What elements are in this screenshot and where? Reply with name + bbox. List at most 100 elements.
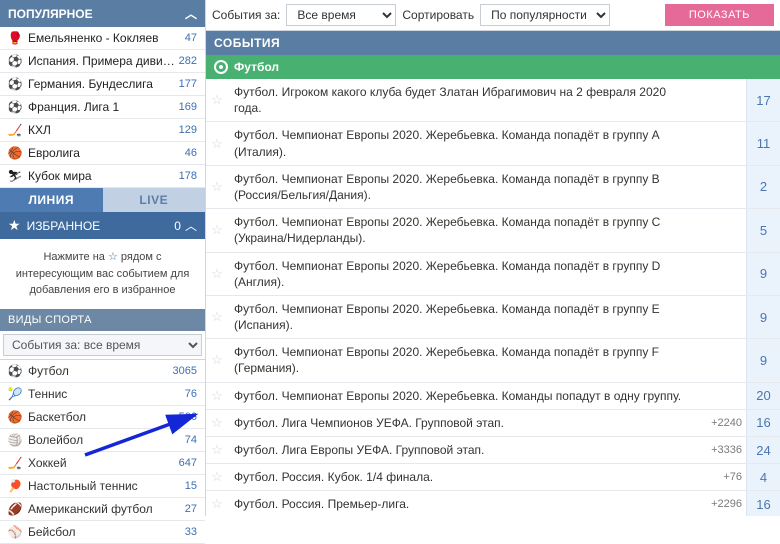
- sport-item[interactable]: 🏐Волейбол74: [0, 429, 205, 452]
- sport-icon: 🏀: [8, 146, 22, 160]
- sport-item-label: Хоккей: [28, 456, 67, 470]
- event-count[interactable]: 20: [746, 383, 780, 409]
- popular-item-count: 282: [179, 55, 197, 67]
- sport-item-count: 74: [185, 434, 197, 446]
- favorite-star-icon[interactable]: ☆: [206, 383, 228, 409]
- event-count[interactable]: 17: [746, 79, 780, 121]
- favorite-star-icon[interactable]: ☆: [206, 410, 228, 436]
- favorite-star-icon[interactable]: ☆: [206, 296, 228, 338]
- event-count[interactable]: 16: [746, 491, 780, 516]
- favorites-header-label: ИЗБРАННОЕ: [27, 219, 101, 233]
- popular-item[interactable]: ⚽Испания. Примера дивизион282: [0, 50, 205, 73]
- event-count[interactable]: 2: [746, 166, 780, 208]
- event-extra: +76: [698, 464, 746, 490]
- events-for-select[interactable]: Все время: [286, 4, 396, 26]
- popular-item[interactable]: 🥊Емельяненко - Кокляев47: [0, 27, 205, 50]
- sport-item[interactable]: ⚽Футбол3065: [0, 360, 205, 383]
- event-extra: [698, 253, 746, 295]
- sport-item-count: 76: [185, 388, 197, 400]
- sport-item-label: Волейбол: [28, 433, 83, 447]
- event-row[interactable]: ☆Футбол. Россия. Премьер-лига.+229616: [206, 491, 780, 516]
- favorite-star-icon[interactable]: ☆: [206, 122, 228, 164]
- event-title: Футбол. Чемпионат Европы 2020. Жеребьевк…: [228, 339, 698, 381]
- favorite-star-icon[interactable]: ☆: [206, 209, 228, 251]
- event-count[interactable]: 9: [746, 296, 780, 338]
- event-count[interactable]: 9: [746, 339, 780, 381]
- event-count[interactable]: 9: [746, 253, 780, 295]
- popular-item-label: Испания. Примера дивизион: [28, 54, 178, 68]
- show-button[interactable]: ПОКАЗАТЬ: [665, 4, 774, 26]
- sports-header-label: ВИДЫ СПОРТА: [8, 314, 92, 326]
- popular-item[interactable]: ⛷Кубок мира178: [0, 165, 205, 188]
- event-row[interactable]: ☆Футбол. Россия. Кубок. 1/4 финала.+764: [206, 464, 780, 491]
- sport-item[interactable]: ⚾Бейсбол33: [0, 521, 205, 544]
- filter-bar: События за: Все время Сортировать По поп…: [206, 0, 780, 31]
- favorite-star-icon[interactable]: ☆: [206, 464, 228, 490]
- event-row[interactable]: ☆Футбол. Игроком какого клуба будет Злат…: [206, 79, 780, 122]
- event-extra: [698, 339, 746, 381]
- sport-item[interactable]: 🏀Баскетбол506: [0, 406, 205, 429]
- tab-line[interactable]: ЛИНИЯ: [0, 188, 103, 212]
- category-header[interactable]: Футбол: [206, 55, 780, 79]
- favorite-star-icon[interactable]: ☆: [206, 339, 228, 381]
- event-title: Футбол. Чемпионат Европы 2020. Жеребьевк…: [228, 209, 698, 251]
- main: События за: Все время Сортировать По поп…: [206, 0, 780, 516]
- sport-item[interactable]: 🏒Хоккей647: [0, 452, 205, 475]
- event-count[interactable]: 4: [746, 464, 780, 490]
- event-extra: [698, 209, 746, 251]
- sport-icon: 🏒: [8, 456, 22, 470]
- event-row[interactable]: ☆Футбол. Лига Европы УЕФА. Групповой эта…: [206, 437, 780, 464]
- chevron-up-icon: ︿: [185, 217, 197, 234]
- popular-item[interactable]: ⚽Франция. Лига 1169: [0, 96, 205, 119]
- event-row[interactable]: ☆Футбол. Лига Чемпионов УЕФА. Групповой …: [206, 410, 780, 437]
- chevron-up-icon: ︿: [185, 5, 197, 22]
- favorite-star-icon[interactable]: ☆: [206, 437, 228, 463]
- sport-icon: 🏀: [8, 410, 22, 424]
- sport-item[interactable]: 🏈Американский футбол27: [0, 498, 205, 521]
- sport-icon: 🏓: [8, 479, 22, 493]
- sport-item[interactable]: 🎾Теннис76: [0, 383, 205, 406]
- football-icon: [214, 60, 228, 74]
- favorite-star-icon[interactable]: ☆: [206, 79, 228, 121]
- favorite-star-icon[interactable]: ☆: [206, 491, 228, 516]
- event-row[interactable]: ☆Футбол. Чемпионат Европы 2020. Жеребьев…: [206, 253, 780, 296]
- event-title: Футбол. Чемпионат Европы 2020. Жеребьевк…: [228, 122, 698, 164]
- event-count[interactable]: 11: [746, 122, 780, 164]
- popular-item[interactable]: ⚽Германия. Бундеслига177: [0, 73, 205, 96]
- event-count[interactable]: 24: [746, 437, 780, 463]
- event-row[interactable]: ☆Футбол. Чемпионат Европы 2020. Жеребьев…: [206, 383, 780, 410]
- star-icon: ★: [8, 217, 21, 234]
- event-extra: [698, 296, 746, 338]
- sports-header[interactable]: ВИДЫ СПОРТА: [0, 309, 205, 331]
- event-row[interactable]: ☆Футбол. Чемпионат Европы 2020. Жеребьев…: [206, 209, 780, 252]
- event-count[interactable]: 5: [746, 209, 780, 251]
- event-row[interactable]: ☆Футбол. Чемпионат Европы 2020. Жеребьев…: [206, 339, 780, 382]
- event-title: Футбол. Россия. Кубок. 1/4 финала.: [228, 464, 698, 490]
- event-extra: +3336: [698, 437, 746, 463]
- popular-item[interactable]: 🏒КХЛ129: [0, 119, 205, 142]
- sort-select[interactable]: По популярности: [480, 4, 610, 26]
- event-count[interactable]: 16: [746, 410, 780, 436]
- sport-item-label: Теннис: [28, 387, 67, 401]
- event-extra: [698, 166, 746, 208]
- popular-item[interactable]: 🏀Евролига46: [0, 142, 205, 165]
- events-list[interactable]: ☆Футбол. Игроком какого клуба будет Злат…: [206, 79, 780, 516]
- event-row[interactable]: ☆Футбол. Чемпионат Европы 2020. Жеребьев…: [206, 296, 780, 339]
- sports-filter-select[interactable]: События за: все время: [3, 334, 202, 356]
- event-title: Футбол. Чемпионат Европы 2020. Жеребьевк…: [228, 296, 698, 338]
- sport-icon: ⚽: [8, 77, 22, 91]
- sport-item[interactable]: 🏓Настольный теннис15: [0, 475, 205, 498]
- popular-item-count: 46: [185, 147, 197, 159]
- popular-header[interactable]: ПОПУЛЯРНОЕ ︿: [0, 0, 205, 27]
- event-row[interactable]: ☆Футбол. Чемпионат Европы 2020. Жеребьев…: [206, 122, 780, 165]
- favorite-star-icon[interactable]: ☆: [206, 253, 228, 295]
- event-row[interactable]: ☆Футбол. Чемпионат Европы 2020. Жеребьев…: [206, 166, 780, 209]
- events-for-label: События за:: [212, 8, 280, 22]
- favorite-star-icon[interactable]: ☆: [206, 166, 228, 208]
- popular-item-count: 177: [179, 78, 197, 90]
- favorites-header[interactable]: ★ ИЗБРАННОЕ 0 ︿: [0, 212, 205, 239]
- sport-icon: ⚾: [8, 525, 22, 539]
- star-icon: ☆: [108, 251, 118, 263]
- popular-list: 🥊Емельяненко - Кокляев47⚽Испания. Пример…: [0, 27, 205, 188]
- tab-live[interactable]: LIVE: [103, 188, 206, 212]
